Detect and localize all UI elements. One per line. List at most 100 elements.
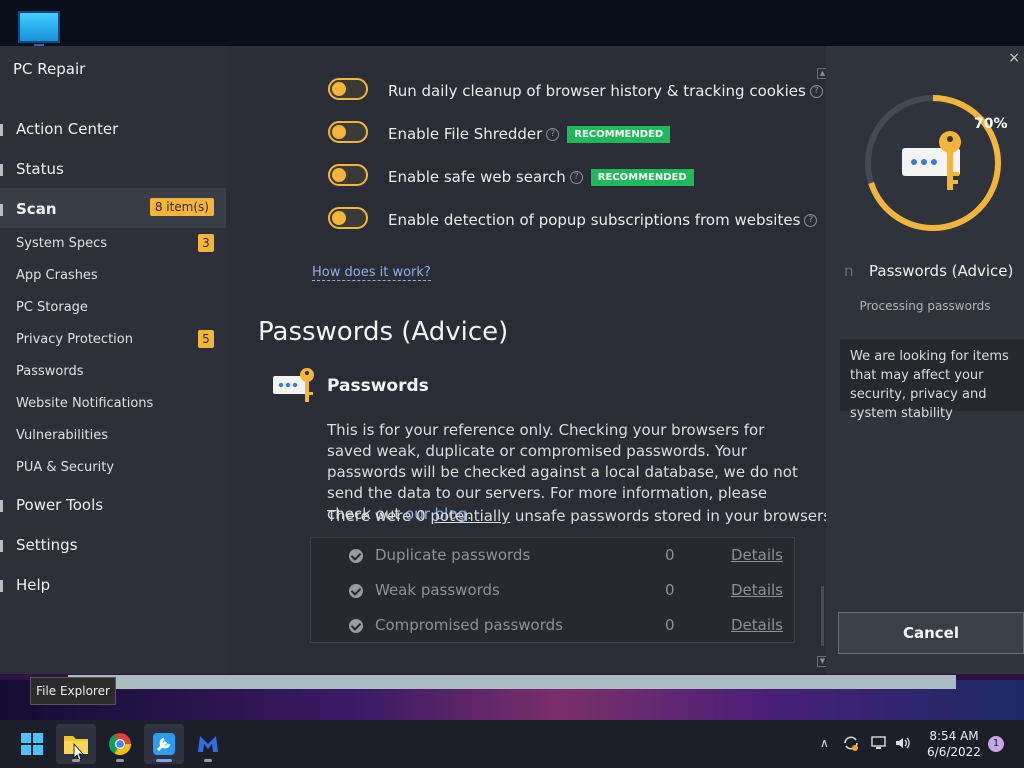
help-icon[interactable]: ?: [804, 214, 818, 227]
show-hidden-icons-chevron[interactable]: ∧: [820, 736, 829, 750]
toggle-safe-web-search-row: Enable safe web search? RECOMMENDED: [388, 168, 694, 186]
sidebar-item-settings[interactable]: Settings: [0, 536, 78, 554]
scan-items-badge: 8 item(s): [149, 198, 214, 216]
password-key-icon: [273, 368, 314, 402]
toggle-file-shredder-row: Enable File Shredder? RECOMMENDED: [388, 125, 671, 143]
main-content: Run daily cleanup of browser history & t…: [228, 46, 836, 674]
folder-icon: [64, 736, 88, 761]
network-icon[interactable]: [870, 734, 888, 752]
help-icon[interactable]: ?: [569, 171, 583, 184]
help-icon[interactable]: ?: [809, 85, 823, 98]
sidebar-item-vulnerabilities[interactable]: Vulnerabilities: [16, 428, 108, 443]
how-does-it-work-link[interactable]: How does it work?: [312, 265, 431, 281]
sidebar-item-passwords[interactable]: Passwords: [16, 364, 84, 379]
cancel-button[interactable]: Cancel: [838, 612, 1024, 654]
help-icon[interactable]: ?: [546, 128, 560, 141]
start-button[interactable]: [12, 724, 52, 764]
toggle-popup-detection[interactable]: [328, 207, 368, 229]
potentially-link[interactable]: potentially: [430, 507, 510, 525]
system-clock[interactable]: 8:54 AM 6/6/2022: [924, 728, 984, 760]
sidebar-item-scan-label: Scan: [0, 200, 57, 218]
taskbar-file-explorer[interactable]: [56, 724, 96, 764]
row-label: Weak passwords: [375, 581, 500, 599]
chrome-icon: [109, 733, 131, 755]
sidebar-item-system-specs[interactable]: System Specs: [16, 236, 107, 251]
progress-ring: [865, 95, 1001, 231]
privacy-protection-badge: 5: [198, 330, 214, 348]
running-indicator: [72, 759, 80, 762]
pc-repair-app-icon: [153, 733, 175, 755]
taskbar: ∧ 8:54 AM 6/6/2022 1: [0, 720, 1024, 768]
taskbar-malwarebytes[interactable]: [188, 724, 228, 764]
toggle-popup-detection-row: Enable detection of popup subscriptions …: [388, 211, 818, 229]
sidebar-item-pua-security[interactable]: PUA & Security: [16, 460, 114, 475]
sidebar-item-app-crashes[interactable]: App Crashes: [16, 268, 98, 283]
sync-icon[interactable]: [842, 734, 860, 752]
volume-icon[interactable]: [894, 734, 912, 752]
toggle-browser-cleanup-row: Run daily cleanup of browser history & t…: [388, 82, 823, 100]
details-link[interactable]: Details: [731, 616, 783, 634]
panel-title: Passwords (Advice): [869, 262, 1014, 280]
toggle-popup-detection-label: Enable detection of popup subscriptions …: [388, 211, 801, 229]
recommended-badge: RECOMMENDED: [567, 126, 671, 143]
sidebar-item-scan[interactable]: Scan 8 item(s): [0, 188, 226, 228]
malwarebytes-icon: [198, 736, 218, 752]
details-link[interactable]: Details: [731, 581, 783, 599]
scrollbar-thumb[interactable]: [821, 586, 824, 646]
row-count: 0: [665, 616, 675, 634]
check-icon: [349, 619, 363, 633]
info-box: We are looking for items that may affect…: [840, 339, 1024, 421]
toggle-file-shredder[interactable]: [328, 121, 368, 143]
passwords-summary: There were 0 potentially unsafe password…: [327, 507, 836, 525]
sidebar-item-privacy-protection[interactable]: Privacy Protection: [16, 332, 133, 347]
sidebar: PC Repair Action Center Status Scan 8 it…: [0, 46, 226, 674]
row-label: Duplicate passwords: [375, 546, 531, 564]
progress-percent: 70%: [974, 116, 1008, 132]
password-key-icon: [902, 131, 961, 190]
toggle-file-shredder-label: Enable File Shredder: [388, 125, 543, 143]
recommended-badge: RECOMMENDED: [590, 169, 694, 186]
table-row: Weak passwords 0 Details: [311, 573, 796, 608]
toggle-browser-cleanup[interactable]: [328, 78, 368, 100]
row-count: 0: [665, 581, 675, 599]
app-title: PC Repair: [13, 60, 86, 78]
file-explorer-tooltip: File Explorer: [30, 677, 116, 705]
toggle-safe-web-search[interactable]: [328, 164, 368, 186]
row-count: 0: [665, 546, 675, 564]
clock-time: 8:54 AM: [929, 729, 979, 743]
close-icon[interactable]: ×: [1008, 50, 1020, 66]
running-indicator: [204, 759, 212, 762]
taskbar-pc-repair[interactable]: [144, 724, 184, 764]
sidebar-item-status[interactable]: Status: [0, 160, 64, 178]
check-icon: [349, 549, 363, 563]
windows-start-icon: [21, 733, 43, 755]
panel-title-fragment: n: [844, 262, 854, 280]
horizontal-scroll-strip: [68, 675, 956, 689]
clock-date: 6/6/2022: [927, 745, 981, 759]
table-row: Compromised passwords 0 Details: [311, 608, 796, 643]
system-specs-badge: 3: [198, 234, 214, 252]
toggle-browser-cleanup-label: Run daily cleanup of browser history & t…: [388, 82, 806, 100]
sidebar-item-help[interactable]: Help: [0, 576, 50, 594]
section-title: Passwords (Advice): [258, 317, 509, 347]
sidebar-item-action-center[interactable]: Action Center: [0, 120, 118, 138]
pc-repair-window: PC Repair Action Center Status Scan 8 it…: [0, 46, 1024, 674]
table-row: Duplicate passwords 0 Details: [311, 538, 796, 573]
details-link[interactable]: Details: [731, 546, 783, 564]
sidebar-item-power-tools[interactable]: Power Tools: [0, 496, 103, 514]
sidebar-item-pc-storage[interactable]: PC Storage: [16, 300, 88, 315]
passwords-summary-post: unsafe passwords stored in your browsers…: [510, 507, 836, 525]
taskbar-chrome[interactable]: [100, 724, 140, 764]
processing-status: Processing passwords: [859, 299, 991, 313]
scan-progress-panel: × 70% n Passwords (Advice) Processing pa…: [826, 46, 1024, 674]
sidebar-item-website-notifications[interactable]: Website Notifications: [16, 396, 153, 411]
toggle-safe-web-search-label: Enable safe web search: [388, 168, 566, 186]
running-indicator: [116, 759, 124, 762]
this-pc-desktop-icon[interactable]: [18, 11, 60, 48]
notification-badge[interactable]: 1: [988, 736, 1004, 752]
passwords-summary-pre: There were 0: [327, 507, 431, 525]
passwords-heading: Passwords: [327, 376, 429, 396]
check-icon: [349, 584, 363, 598]
active-indicator: [156, 759, 172, 762]
passwords-results-table: Duplicate passwords 0 Details Weak passw…: [310, 537, 795, 643]
